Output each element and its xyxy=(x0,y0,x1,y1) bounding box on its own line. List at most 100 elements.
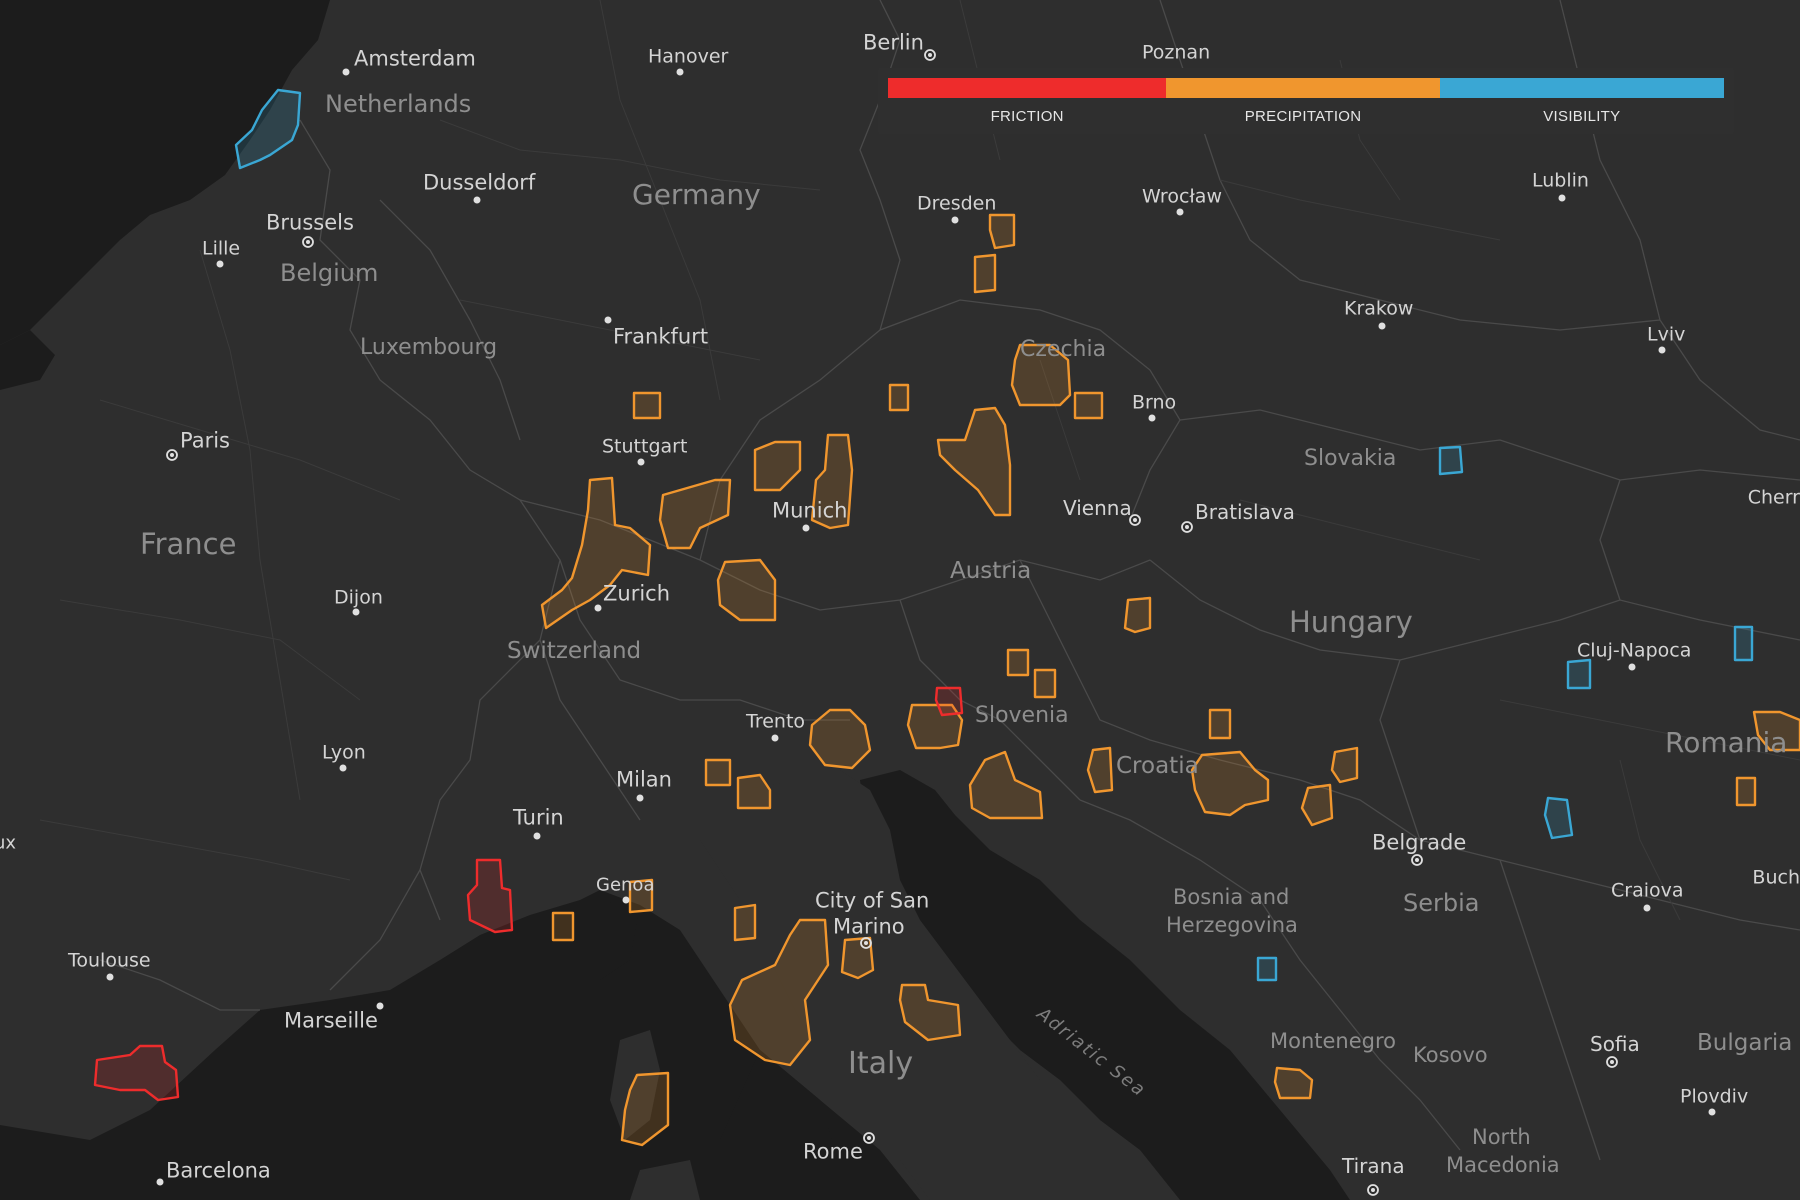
city-label: Hanover xyxy=(648,46,729,68)
capital-marker-center xyxy=(1610,1060,1614,1064)
city-dot[interactable] xyxy=(339,764,347,772)
city-dot[interactable] xyxy=(1176,208,1184,216)
country-label: Kosovo xyxy=(1413,1043,1488,1067)
country-label: Montenegro xyxy=(1270,1029,1396,1053)
country-label: Germany xyxy=(632,178,761,211)
city-label: Cluj-Napoca xyxy=(1577,640,1691,662)
city-label: Buch xyxy=(1752,867,1800,889)
city-label: Rome xyxy=(803,1139,863,1163)
city-label: Milan xyxy=(616,767,672,791)
city-label: Stuttgart xyxy=(602,436,687,458)
city-label: Lublin xyxy=(1532,170,1589,192)
city-dot[interactable] xyxy=(533,832,541,840)
city-label: Brno xyxy=(1132,392,1176,414)
visibility-label: VISIBILITY xyxy=(1543,108,1621,125)
precipitation-area xyxy=(1330,746,1359,784)
visibility-area xyxy=(1438,445,1464,476)
city-label: Tirana xyxy=(1341,1154,1405,1178)
precipitation-area xyxy=(1735,776,1757,807)
city-dot[interactable] xyxy=(636,794,644,802)
capital-marker-center xyxy=(1371,1188,1375,1192)
city-dot[interactable] xyxy=(637,458,645,466)
capital-marker-center xyxy=(170,453,174,457)
city-dot[interactable] xyxy=(622,896,630,904)
city-label: Wrocław xyxy=(1142,186,1222,208)
city-dot[interactable] xyxy=(106,973,114,981)
precipitation-area xyxy=(716,558,777,622)
city-label: Marino xyxy=(833,914,905,938)
precipitation-area xyxy=(733,903,757,942)
visibility-area xyxy=(1733,625,1754,662)
city-dot[interactable] xyxy=(802,524,810,532)
city-dot[interactable] xyxy=(771,734,779,742)
city-label: City of San xyxy=(815,888,929,912)
country-label: Switzerland xyxy=(507,638,641,664)
country-label: Croatia xyxy=(1116,753,1199,779)
country-label: Belgium xyxy=(280,259,378,287)
precipitation-bar xyxy=(1166,78,1440,98)
capital-marker-center xyxy=(1133,518,1137,522)
city-dot[interactable] xyxy=(1558,194,1566,202)
city-label: Paris xyxy=(180,428,230,452)
city-dot[interactable] xyxy=(1378,322,1386,330)
city-dot[interactable] xyxy=(1628,663,1636,671)
country-label: Macedonia xyxy=(1446,1153,1560,1177)
precipitation-label: PRECIPITATION xyxy=(1244,108,1362,125)
country-label: Serbia xyxy=(1403,889,1479,917)
city-dot[interactable] xyxy=(352,608,360,616)
city-label: Marseille xyxy=(284,1008,378,1032)
city-label: Turin xyxy=(512,805,564,829)
capital-marker-center xyxy=(867,1136,871,1140)
city-dot[interactable] xyxy=(216,260,224,268)
precipitation-area xyxy=(632,391,662,420)
precipitation-area xyxy=(704,758,732,787)
precipitation-area xyxy=(1208,708,1232,740)
city-label: Vienna xyxy=(1063,496,1132,520)
country-label: Slovenia xyxy=(975,703,1069,728)
city-label: Toulouse xyxy=(67,950,151,972)
country-label: Slovakia xyxy=(1304,446,1396,471)
city-label: Dusseldorf xyxy=(423,170,536,194)
city-label: Bratislava xyxy=(1195,500,1295,524)
weather-map[interactable]: Amsterdam Hanover Berlin Poznan Dusseldorf Br… xyxy=(0,0,1800,1200)
country-label: North xyxy=(1472,1125,1531,1149)
precipitation-area xyxy=(1073,391,1104,420)
visibility-area xyxy=(1543,796,1574,840)
city-label: Brussels xyxy=(266,210,354,234)
city-label: Lviv xyxy=(1647,324,1685,346)
city-dot[interactable] xyxy=(1658,346,1666,354)
city-dot[interactable] xyxy=(156,1178,164,1186)
city-dot[interactable] xyxy=(594,604,602,612)
city-label: Trento xyxy=(745,711,805,733)
weather-legend: FRICTION PRECIPITATION VISIBILITY xyxy=(878,68,1734,134)
capital-marker-center xyxy=(1185,525,1189,529)
city-label: Frankfurt xyxy=(613,324,708,348)
city-label: Barcelona xyxy=(166,1158,271,1182)
city-dot[interactable] xyxy=(1148,414,1156,422)
city-dot[interactable] xyxy=(342,68,350,76)
city-dot[interactable] xyxy=(676,68,684,76)
precipitation-area xyxy=(973,253,997,294)
visibility-bar xyxy=(1439,78,1724,98)
city-label: Krakow xyxy=(1344,298,1413,320)
city-label: Plovdiv xyxy=(1680,1086,1748,1108)
city-dot[interactable] xyxy=(473,196,481,204)
capital-marker-center xyxy=(1415,858,1419,862)
city-dot[interactable] xyxy=(951,216,959,224)
city-dot[interactable] xyxy=(604,316,612,324)
friction-bar xyxy=(888,78,1167,98)
country-label: France xyxy=(140,527,236,561)
city-label: Zurich xyxy=(603,581,670,605)
city-dot[interactable] xyxy=(1708,1108,1716,1116)
friction-label: FRICTION xyxy=(990,108,1064,125)
precipitation-area xyxy=(888,383,910,412)
city-label: Lyon xyxy=(322,742,366,764)
city-label: Dijon xyxy=(334,587,383,609)
precipitation-area xyxy=(551,911,575,942)
country-label: Romania xyxy=(1665,726,1787,759)
precipitation-area xyxy=(840,936,875,980)
city-label: Munich xyxy=(772,498,847,522)
country-label: Austria xyxy=(950,558,1031,584)
city-dot[interactable] xyxy=(1643,904,1651,912)
country-label: Bulgaria xyxy=(1697,1030,1792,1056)
